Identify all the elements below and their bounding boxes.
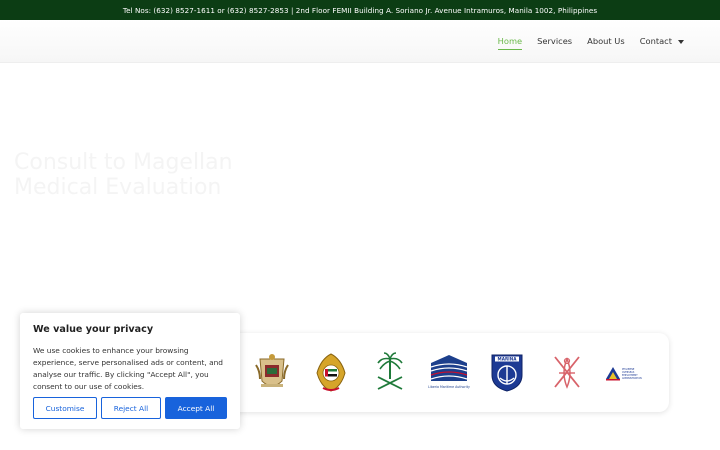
uae-emblem-logo bbox=[316, 353, 346, 392]
liberia-maritime-authority-logo: Liberia Maritime Authority bbox=[428, 355, 470, 389]
poea-logo: PHILIPPINE OVERSEAS EMPLOYMENT ADMINISTR… bbox=[606, 367, 642, 381]
contact-info-text: Tel Nos: (632) 8527-1611 or (632) 8527-2… bbox=[122, 5, 598, 15]
accept-all-button[interactable]: Accept All bbox=[165, 397, 227, 419]
cookie-title: We value your privacy bbox=[33, 324, 154, 335]
nav-item-services[interactable]: Services bbox=[537, 36, 572, 49]
customise-button[interactable]: Customise bbox=[33, 397, 97, 419]
site-header: Home Services About Us Contact bbox=[0, 20, 720, 63]
svg-text:ADMINISTRATION: ADMINISTRATION bbox=[622, 377, 642, 380]
hero-title: Consult to Magellan Medical Evaluation bbox=[14, 150, 233, 200]
crest-logo bbox=[255, 354, 289, 387]
cookie-button-group: Customise Reject All Accept All bbox=[33, 397, 227, 419]
saudi-palm-logo bbox=[377, 352, 403, 390]
nav-item-contact[interactable]: Contact bbox=[640, 36, 684, 49]
nav-item-label: Services bbox=[537, 36, 573, 46]
nav-item-label: Home bbox=[497, 36, 523, 46]
main-nav: Home Services About Us Contact bbox=[497, 36, 684, 50]
nav-item-label: Contact bbox=[639, 36, 672, 46]
logo-caption: Liberia Maritime Authority bbox=[428, 385, 470, 389]
nav-item-home[interactable]: Home bbox=[497, 36, 523, 50]
reject-all-button[interactable]: Reject All bbox=[101, 397, 161, 419]
accreditation-logo-strip: Liberia Maritime Authority MARINA PHILIP… bbox=[225, 333, 669, 412]
marina-logo: MARINA bbox=[491, 354, 523, 392]
oman-emblem-logo bbox=[554, 356, 580, 389]
nav-item-label: About Us bbox=[587, 36, 625, 46]
logo-caption: MARINA bbox=[498, 357, 518, 362]
cookie-description: We use cookies to enhance your browsing … bbox=[33, 346, 224, 391]
nav-item-about-us[interactable]: About Us bbox=[587, 36, 625, 49]
chevron-down-icon bbox=[678, 39, 684, 44]
top-info-bar: Tel Nos: (632) 8527-1611 or (632) 8527-2… bbox=[0, 0, 720, 20]
cookie-consent-banner: We value your privacy We use cookies to … bbox=[20, 313, 240, 429]
